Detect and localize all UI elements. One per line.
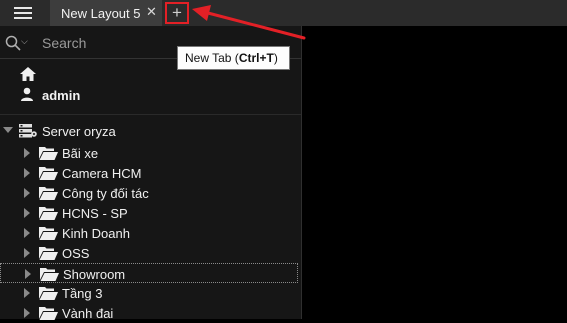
caret-right-icon[interactable] <box>24 168 30 178</box>
folder-label: Camera HCM <box>62 166 142 181</box>
server-label: Server oryza <box>42 124 116 139</box>
folder-label: Bãi xe <box>62 146 99 161</box>
new-tab-button[interactable]: + <box>165 2 189 24</box>
caret-right-icon[interactable] <box>24 148 30 158</box>
folder-open-icon <box>39 227 58 240</box>
search-icon[interactable] <box>5 35 21 51</box>
tree-server[interactable]: Server oryza <box>0 123 301 143</box>
tooltip-prefix: New Tab ( <box>185 51 239 65</box>
user-icon <box>21 87 33 101</box>
tree-folder[interactable]: Vành đai <box>0 303 298 323</box>
caret-right-icon[interactable] <box>25 269 31 279</box>
caret-right-icon[interactable] <box>24 308 30 318</box>
folder-label: OSS <box>62 246 90 261</box>
tooltip-suffix: ) <box>273 51 278 65</box>
folder-open-icon <box>39 147 58 160</box>
caret-right-icon[interactable] <box>24 188 30 198</box>
folder-label: HCNS - SP <box>62 206 128 221</box>
folder-label: Công ty đối tác <box>62 186 149 201</box>
tree-folder[interactable]: Kinh Doanh <box>0 223 298 243</box>
server-icon <box>19 124 37 138</box>
username[interactable]: admin <box>42 88 80 103</box>
tree-folder-selected[interactable]: Showroom <box>0 263 298 283</box>
tree-folder[interactable]: Công ty đối tác <box>0 183 298 203</box>
tab-label: New Layout 5 <box>61 6 141 21</box>
caret-right-icon[interactable] <box>24 248 30 258</box>
annotation-arrow-icon <box>192 5 306 40</box>
folder-open-icon <box>40 268 59 281</box>
folder-open-icon <box>39 187 58 200</box>
tree-folder[interactable]: OSS <box>0 243 298 263</box>
tree-folder[interactable]: Tầng 3 <box>0 283 298 303</box>
folder-open-icon <box>39 207 58 220</box>
close-icon[interactable]: ✕ <box>146 4 157 20</box>
caret-right-icon[interactable] <box>24 208 30 218</box>
caret-right-icon[interactable] <box>24 288 30 298</box>
hamburger-menu-icon[interactable] <box>14 7 32 19</box>
caret-right-icon[interactable] <box>24 228 30 238</box>
layout-canvas[interactable] <box>302 26 567 319</box>
folder-open-icon <box>39 287 58 300</box>
folder-open-icon <box>39 307 58 320</box>
folder-label: Tầng 3 <box>62 286 103 301</box>
tree-folder[interactable]: Bãi xe <box>0 143 298 163</box>
folder-open-icon <box>39 167 58 180</box>
chevron-down-icon[interactable]: ⌵ <box>21 36 28 47</box>
folder-label: Kinh Doanh <box>62 226 130 241</box>
home-icon[interactable] <box>19 66 37 82</box>
tree-folder[interactable]: Camera HCM <box>0 163 298 183</box>
tooltip-shortcut: Ctrl+T <box>238 51 274 65</box>
tab-new-layout-5[interactable]: New Layout 5 ✕ <box>50 0 162 26</box>
folder-label: Showroom <box>63 267 126 282</box>
new-tab-tooltip: New Tab (Ctrl+T) <box>177 46 290 70</box>
tree-folder[interactable]: HCNS - SP <box>0 203 298 223</box>
folder-open-icon <box>39 247 58 260</box>
divider <box>0 114 301 115</box>
caret-down-icon[interactable] <box>3 127 13 133</box>
